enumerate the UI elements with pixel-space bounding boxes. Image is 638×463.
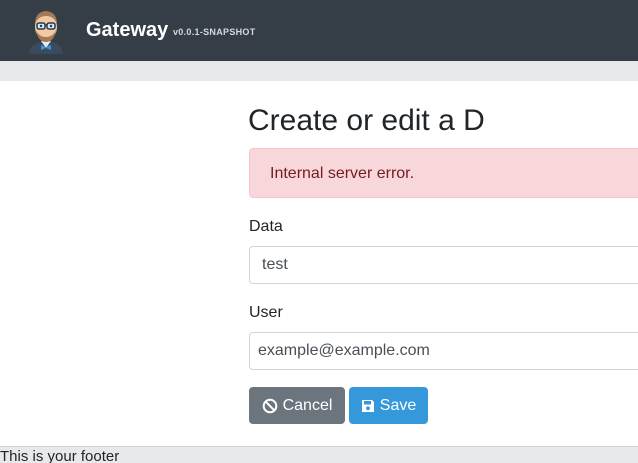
data-field-label: Data — [249, 218, 283, 235]
error-alert-message: Internal server error. — [270, 165, 415, 182]
avatar-logo-icon — [29, 11, 63, 54]
navbar-shadow-band — [0, 61, 638, 81]
navbar: Gateway v0.0.1-SNAPSHOT — [0, 0, 638, 61]
page-title: Create or edit a D — [248, 104, 485, 137]
user-field-label: User — [249, 304, 283, 321]
page-footer: This is your footer — [0, 446, 638, 463]
brand-title[interactable]: Gateway — [86, 19, 168, 42]
footer-text: This is your footer — [0, 448, 120, 463]
save-button-label: Save — [379, 396, 417, 414]
user-input[interactable] — [249, 332, 638, 370]
version-badge: v0.0.1-SNAPSHOT — [173, 27, 256, 37]
save-button[interactable]: Save — [349, 387, 428, 424]
cancel-button[interactable]: Cancel — [249, 387, 345, 424]
data-input[interactable] — [249, 246, 638, 284]
logo-link[interactable] — [26, 6, 66, 54]
floppy-disk-icon — [361, 399, 374, 412]
ban-icon — [262, 398, 277, 413]
cancel-button-label: Cancel — [282, 396, 333, 414]
error-alert: Internal server error. — [249, 148, 638, 198]
